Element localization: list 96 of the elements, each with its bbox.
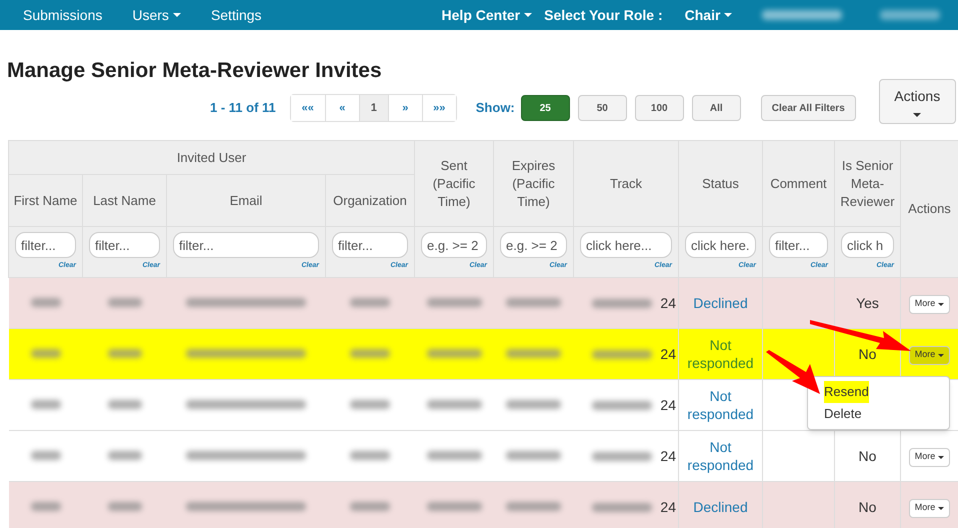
caret-icon	[938, 354, 944, 357]
filter-field[interactable]: filter...	[89, 232, 160, 258]
blurred-text	[350, 451, 390, 460]
filter-field[interactable]: click h	[841, 232, 894, 258]
column-header: Expires (Pacific Time)	[494, 140, 574, 226]
track-cell-text: 24	[660, 498, 676, 516]
filter-field[interactable]: filter...	[332, 232, 408, 258]
blurred-text	[350, 349, 390, 358]
blurred-text	[592, 400, 652, 410]
clear-filters-button[interactable]: Clear All Filters	[760, 95, 856, 121]
blurred-text	[350, 298, 390, 308]
filter-field[interactable]: filter...	[173, 232, 319, 258]
blurred-text	[592, 298, 652, 308]
filter-field[interactable]: e.g. >= 2	[500, 232, 567, 258]
pagination-button[interactable]: 1	[358, 95, 388, 121]
filter-field[interactable]: click here.	[685, 232, 756, 258]
column-header: Last Name	[82, 174, 166, 226]
track-cell-text: 24	[660, 396, 676, 414]
caret-icon	[724, 13, 732, 17]
nav-link[interactable]: Settings	[210, 4, 262, 26]
status-cell: Declined	[693, 499, 748, 515]
actions-dropdown-button[interactable]: Actions	[878, 79, 956, 124]
blurred-text	[350, 400, 390, 410]
track-cell-text: 24	[660, 344, 676, 364]
caret-icon	[524, 13, 532, 17]
blurred-text	[30, 502, 60, 512]
senior-cell: No	[858, 498, 876, 514]
caret-icon	[938, 302, 944, 306]
blurred-text	[426, 400, 482, 410]
senior-cell: Yes	[856, 294, 879, 310]
blurred-text	[426, 349, 482, 358]
menu-item[interactable]: Resend	[824, 381, 869, 403]
filter-field[interactable]: filter...	[15, 232, 76, 258]
nav-link[interactable]: Help Center	[442, 4, 532, 26]
caret-icon	[172, 13, 181, 17]
page-size-button[interactable]: 50	[578, 95, 627, 121]
blurred-text	[108, 451, 142, 460]
column-header: First Name	[8, 174, 82, 226]
filter-field[interactable]: click here...	[580, 232, 672, 258]
blurred-text	[506, 451, 561, 460]
blurred-text	[30, 349, 60, 358]
blurred-text	[592, 502, 652, 512]
page-title: Manage Senior Meta-Reviewer Invites	[7, 58, 383, 84]
blurred-text	[506, 502, 561, 512]
blurred-text	[30, 298, 60, 308]
senior-cell: No	[858, 346, 876, 362]
track-cell-text: 24	[660, 294, 676, 312]
column-header: Is Senior Meta-Reviewer	[834, 140, 900, 226]
blurred-text	[506, 349, 561, 358]
pagination-summary: 1 - 11 of 11	[210, 99, 276, 118]
blurred-user-menu	[880, 10, 940, 20]
column-header: Email	[166, 174, 326, 226]
nav-link[interactable]: Chair	[684, 4, 732, 26]
blurred-text	[506, 298, 561, 308]
blurred-text	[426, 451, 482, 460]
more-button[interactable]: More	[908, 346, 950, 365]
blurred-text	[426, 502, 482, 512]
status-cell: Declined	[693, 295, 748, 311]
status-cell: Not responded	[687, 337, 754, 371]
menu-item[interactable]: Delete	[824, 403, 862, 425]
page-size-button[interactable]: All	[692, 95, 741, 121]
nav-link[interactable]: Select Your Role :	[544, 4, 663, 26]
status-cell: Not responded	[687, 439, 754, 473]
pagination-button[interactable]: »»	[422, 95, 456, 121]
blurred-text	[30, 400, 60, 410]
senior-cell: No	[858, 448, 876, 464]
caret-icon	[913, 113, 922, 117]
blurred-text	[426, 298, 482, 308]
page-size-button[interactable]: 100	[634, 95, 684, 121]
blurred-text	[350, 502, 390, 512]
column-header: Sent (Pacific Time)	[414, 140, 494, 226]
blurred-text	[30, 451, 60, 460]
blurred-text	[108, 349, 142, 358]
show-label: Show:	[476, 99, 515, 118]
blurred-text	[108, 298, 142, 308]
track-cell-text: 24	[660, 446, 676, 466]
caret-icon	[938, 456, 944, 459]
column-header: Comment	[762, 140, 834, 226]
filter-field[interactable]: e.g. >= 2	[421, 232, 487, 258]
blurred-text	[592, 350, 652, 358]
column-group-header: Invited User	[8, 140, 414, 174]
status-cell: Not responded	[687, 388, 754, 422]
column-header: Track	[574, 140, 678, 226]
nav-link[interactable]: Users	[132, 4, 181, 26]
blurred-text	[108, 400, 142, 410]
filter-field[interactable]: filter...	[769, 232, 828, 258]
page-size-button[interactable]: 25	[520, 95, 570, 121]
caret-icon	[938, 506, 944, 510]
blurred-text	[506, 400, 561, 410]
more-button[interactable]: More	[908, 448, 950, 467]
nav-link[interactable]: Submissions	[23, 4, 102, 26]
more-button[interactable]: More	[908, 294, 950, 314]
blurred-text	[592, 452, 652, 460]
more-button[interactable]: More	[908, 498, 950, 518]
column-header: Status	[678, 140, 762, 226]
blurred-text	[108, 502, 142, 512]
